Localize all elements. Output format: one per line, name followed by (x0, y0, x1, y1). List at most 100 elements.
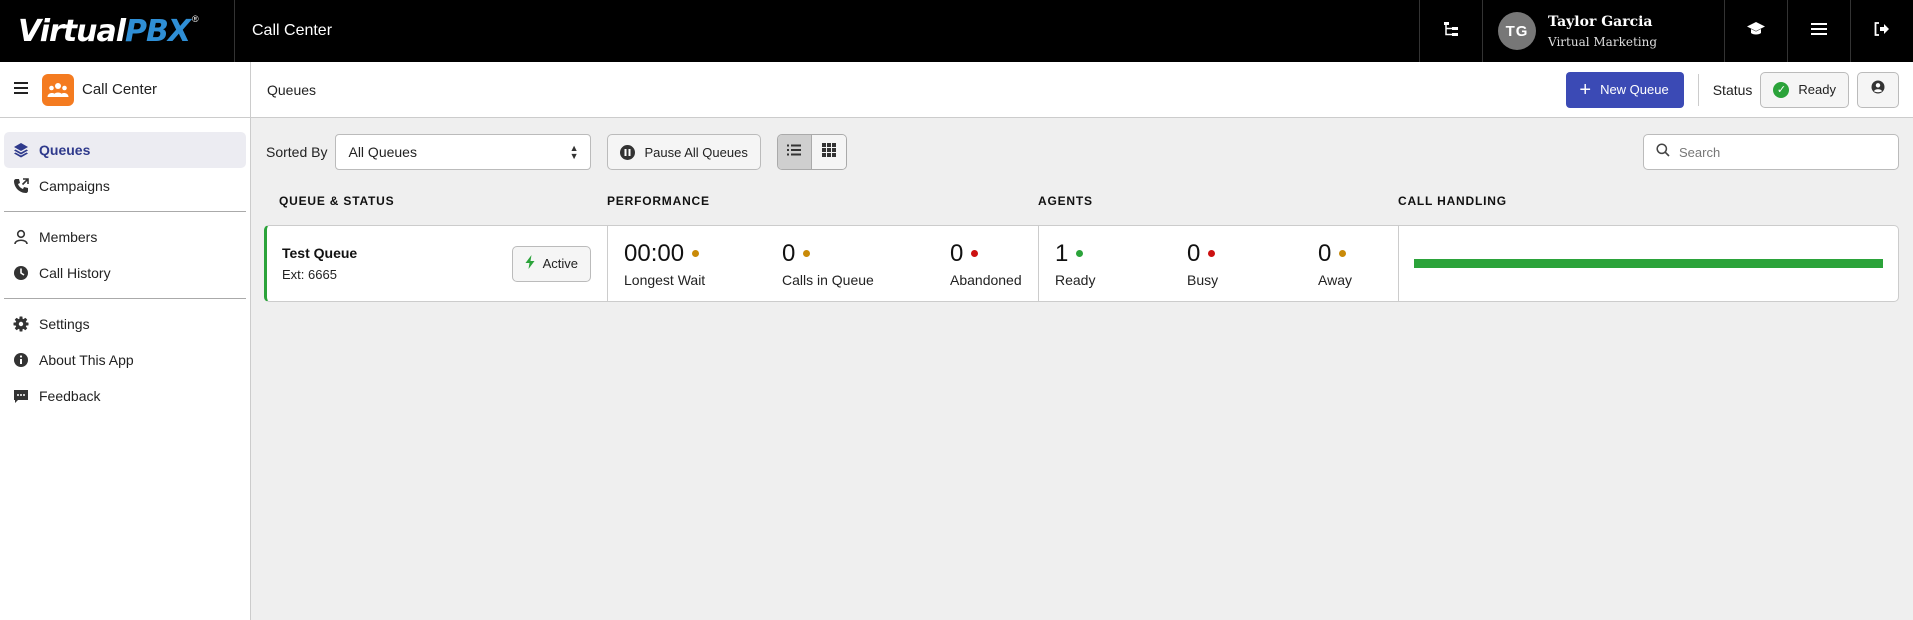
sidebar-divider (4, 298, 246, 299)
info-icon (12, 351, 30, 369)
metric-value: 00:00 (624, 240, 685, 267)
virtualpbx-logo[interactable]: Virtual PBX ® (0, 0, 235, 62)
sidebar: Call Center Queues Campaigns Members Cal… (0, 62, 251, 620)
status-dot (692, 249, 700, 257)
metric-agents-away: 0 Away (1318, 240, 1352, 288)
metric-label: Ready (1055, 272, 1096, 288)
sidebar-item-label: Queues (39, 142, 91, 158)
sidebar-item-label: Campaigns (39, 178, 110, 194)
sidebar-item-members[interactable]: Members (4, 219, 246, 255)
status-dot (803, 249, 811, 257)
user-name: Taylor Garcia (1548, 13, 1653, 30)
content-header: Queues + New Queue Status ✓ Ready (251, 62, 1913, 118)
queue-row[interactable]: Test Queue Ext: 6665 Active 00:00 Longes… (264, 225, 1899, 302)
menu-icon (1811, 22, 1827, 41)
agents-cell: 1 Ready 0 Busy 0 Away (1039, 226, 1399, 301)
search-icon (1656, 142, 1670, 162)
grid-icon (821, 142, 836, 162)
column-header-agents: AGENTS (1038, 194, 1093, 208)
metric-value: 0 (1318, 240, 1332, 267)
queue-active-toggle[interactable]: Active (511, 245, 591, 282)
status-dot (1339, 249, 1347, 257)
sidebar-item-queues[interactable]: Queues (4, 132, 246, 168)
new-queue-label: New Queue (1600, 82, 1669, 97)
metric-calls-in-queue: 0 Calls in Queue (782, 240, 874, 288)
sidebar-item-label: Feedback (39, 388, 101, 404)
call-handling-track (1414, 259, 1883, 268)
metric-abandoned: 0 Abandoned (950, 240, 1022, 288)
pause-all-queues-button[interactable]: Pause All Queues (607, 134, 761, 170)
sidebar-divider (4, 211, 246, 212)
user-circle-icon (1871, 80, 1885, 99)
queue-extension: Ext: 6665 (282, 267, 337, 282)
page-title: Queues (267, 81, 317, 98)
header-divider (1697, 73, 1699, 106)
queue-name: Test Queue (282, 245, 358, 261)
training-button[interactable] (1724, 0, 1787, 62)
org-chart-button[interactable] (1419, 0, 1482, 62)
sidebar-header: Call Center (0, 62, 250, 118)
select-caret-icon: ▲ ▼ (569, 142, 579, 161)
metric-agents-ready: 1 Ready (1055, 240, 1095, 288)
column-header-call-handling: CALL HANDLING (1398, 194, 1507, 208)
status-label: Status (1712, 81, 1753, 98)
metric-value: 0 (782, 240, 796, 267)
search-input[interactable] (1679, 144, 1879, 160)
gear-icon (12, 315, 30, 333)
metric-label: Busy (1187, 272, 1219, 288)
graduation-cap-icon (1746, 21, 1766, 42)
new-queue-button[interactable]: + New Queue (1566, 71, 1684, 108)
sort-select-value: All Queues (348, 144, 417, 160)
org-chart-icon (1443, 21, 1459, 42)
queues-toolbar: Sorted By All Queues ▲ ▼ Pause All Queues (251, 134, 1913, 170)
metric-value: 0 (950, 240, 964, 267)
sidebar-item-about[interactable]: About This App (4, 342, 246, 378)
list-view-button[interactable] (777, 135, 812, 169)
phone-outgoing-icon (12, 177, 30, 195)
queue-state-label: Active (542, 256, 578, 271)
sidebar-item-settings[interactable]: Settings (4, 306, 246, 342)
hamburger-icon[interactable] (14, 81, 28, 99)
status-ready-button[interactable]: ✓ Ready (1760, 71, 1849, 108)
grid-view-button[interactable] (811, 135, 846, 169)
search-box[interactable] (1643, 134, 1899, 170)
app-title: Call Center (252, 22, 333, 39)
sidebar-item-label: About This App (39, 352, 134, 368)
column-header-queue-status: QUEUE & STATUS (279, 194, 395, 208)
sidebar-item-label: Settings (39, 316, 90, 332)
sidebar-item-campaigns[interactable]: Campaigns (4, 168, 246, 204)
sidebar-item-label: Call History (39, 265, 111, 281)
status-dot (1076, 249, 1084, 257)
call-center-app-icon (42, 73, 74, 106)
registered-mark: ® (191, 14, 199, 24)
sidebar-item-label: Members (39, 229, 98, 245)
call-handling-bar (1414, 259, 1883, 268)
sidebar-nav: Queues Campaigns Members Call History Se… (0, 118, 250, 414)
logo-text-pbx: PBX (125, 13, 191, 49)
main-menu-button[interactable] (1787, 0, 1850, 62)
metric-agents-busy: 0 Busy (1187, 240, 1218, 288)
user-icon (12, 228, 30, 246)
status-dot (1208, 249, 1216, 257)
logout-icon (1874, 21, 1890, 41)
sidebar-item-feedback[interactable]: Feedback (4, 378, 246, 414)
avatar: TG (1498, 12, 1536, 50)
comment-icon (12, 387, 30, 405)
metric-label: Away (1318, 272, 1352, 288)
status-dot (971, 249, 979, 257)
metric-value: 1 (1055, 240, 1069, 267)
agent-profile-button[interactable] (1857, 71, 1899, 108)
sort-select[interactable]: All Queues ▲ ▼ (335, 134, 592, 170)
performance-cell: 00:00 Longest Wait 0 Calls in Queue 0 Ab… (608, 226, 1039, 301)
queue-info-cell: Test Queue Ext: 6665 Active (267, 226, 608, 301)
top-bar: Virtual PBX ® Call Center TG Taylor Garcia… (0, 0, 1913, 62)
logout-button[interactable] (1850, 0, 1913, 62)
user-menu[interactable]: TG Taylor Garcia Virtual Marketing (1482, 0, 1724, 62)
metric-label: Abandoned (950, 272, 1022, 288)
layers-icon (12, 141, 30, 159)
list-icon (787, 143, 802, 161)
check-circle-icon: ✓ (1773, 81, 1790, 98)
call-handling-cell (1399, 226, 1898, 301)
sidebar-item-call-history[interactable]: Call History (4, 255, 246, 291)
metric-longest-wait: 00:00 Longest Wait (624, 240, 705, 288)
